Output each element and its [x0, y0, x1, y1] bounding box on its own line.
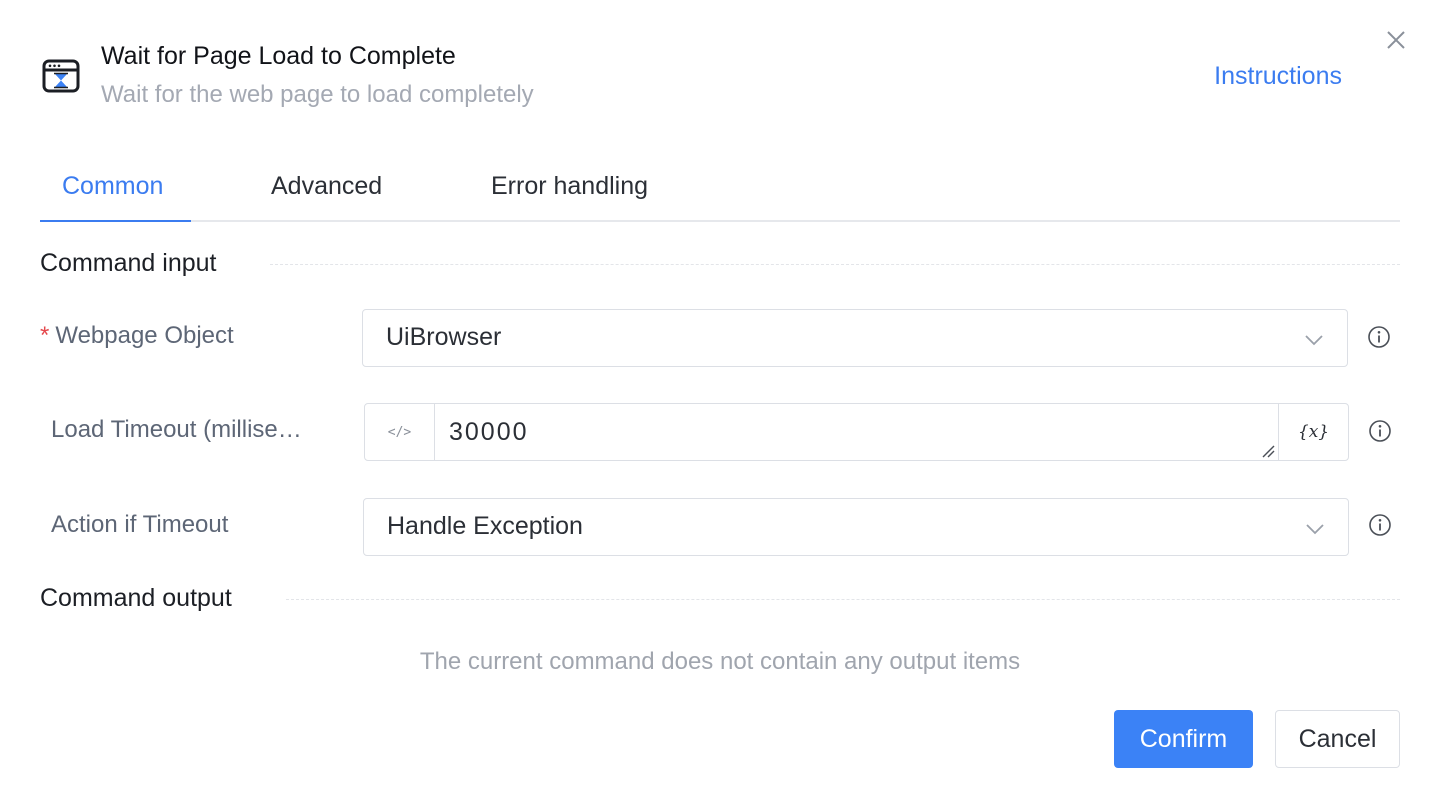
instructions-link[interactable]: Instructions: [1214, 62, 1342, 91]
action-if-timeout-value: Handle Exception: [387, 512, 583, 540]
resize-handle-icon[interactable]: [1261, 444, 1275, 458]
info-icon[interactable]: [1368, 513, 1392, 537]
chevron-down-icon: [1306, 524, 1324, 535]
info-icon[interactable]: [1367, 325, 1391, 349]
active-tab-indicator: [40, 220, 191, 222]
tab-common[interactable]: Common: [62, 172, 163, 201]
insert-variable-button[interactable]: {x}: [1278, 404, 1348, 460]
webpage-object-value: UiBrowser: [386, 323, 502, 351]
tab-advanced[interactable]: Advanced: [271, 172, 382, 201]
load-timeout-input[interactable]: [435, 404, 1278, 460]
confirm-button[interactable]: Confirm: [1114, 710, 1253, 768]
required-mark: *: [40, 322, 50, 349]
section-command-output: Command output: [40, 584, 232, 612]
dialog-title: Wait for Page Load to Complete: [101, 42, 456, 70]
browser-hourglass-icon: [42, 59, 80, 93]
action-if-timeout-select[interactable]: Handle Exception: [363, 498, 1349, 556]
load-timeout-label: Load Timeout (millise…: [51, 416, 302, 443]
chevron-down-icon: [1305, 335, 1323, 346]
tab-error-handling[interactable]: Error handling: [491, 172, 648, 201]
webpage-object-select[interactable]: UiBrowser: [362, 309, 1348, 367]
action-if-timeout-label: Action if Timeout: [51, 511, 229, 538]
info-icon[interactable]: [1368, 419, 1392, 443]
dialog-subtitle: Wait for the web page to load completely: [101, 81, 534, 108]
empty-output-message: The current command does not contain any…: [419, 648, 1021, 675]
cancel-button[interactable]: Cancel: [1275, 710, 1400, 768]
webpage-object-label-text: Webpage Object: [55, 322, 234, 349]
section-command-input: Command input: [40, 249, 217, 277]
webpage-object-label: * Webpage Object: [40, 322, 350, 350]
section-divider: [270, 264, 1400, 265]
dialog: Wait for Page Load to Complete Wait for …: [0, 0, 1440, 808]
load-timeout-input-group: </> {x}: [364, 403, 1349, 461]
code-toggle-button[interactable]: </>: [365, 404, 435, 460]
section-divider: [286, 599, 1400, 600]
tab-bar: Common Advanced Error handling: [40, 160, 1400, 222]
close-icon[interactable]: [1382, 26, 1410, 54]
